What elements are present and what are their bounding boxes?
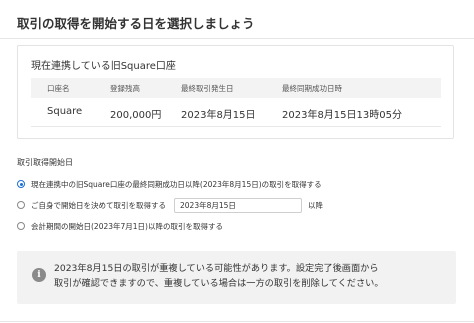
option-custom-date-label: ご自身で開始日を決めて取引を取得する xyxy=(31,200,166,210)
info-icon: i xyxy=(32,268,46,282)
option-custom-date[interactable]: ご自身で開始日を決めて取引を取得する 以降 xyxy=(17,197,323,213)
account-card-title: 現在連携している旧Square口座 xyxy=(31,61,176,72)
duplicate-warning-notice: i 2023年8月15日の取引が重複している可能性があります。設定完了後画面から… xyxy=(17,251,456,304)
account-table: 口座名 登録残高 最終取引発生日 最終同期成功日時 Square 200,000… xyxy=(31,78,441,127)
notice-text: 2023年8月15日の取引が重複している可能性があります。設定完了後画面から 取… xyxy=(54,261,384,291)
account-card: 現在連携している旧Square口座 口座名 登録残高 最終取引発生日 最終同期成… xyxy=(17,45,454,139)
bottom-divider xyxy=(0,321,474,322)
notice-line-2: 取引が確認できますので、重複している場合は一方の取引を削除してください。 xyxy=(54,278,384,289)
cell-account-name: Square xyxy=(47,106,83,117)
cell-last-transaction: 2023年8月15日 xyxy=(181,110,256,121)
option-fiscal-period-start-label: 会計期間の開始日(2023年7月1日)以降の取引を取得する xyxy=(31,221,223,231)
custom-date-suffix: 以降 xyxy=(308,200,323,210)
cell-last-sync: 2023年8月15日13時05分 xyxy=(282,110,402,121)
column-header-last-transaction: 最終取引発生日 xyxy=(181,84,234,93)
page: 取引の取得を開始する日を選択しましょう 現在連携している旧Square口座 口座… xyxy=(0,0,474,323)
column-header-last-sync: 最終同期成功日時 xyxy=(282,84,342,93)
notice-line-1: 2023年8月15日の取引が重複している可能性があります。設定完了後画面から xyxy=(54,263,379,274)
column-header-balance: 登録残高 xyxy=(110,84,140,93)
start-date-section-label: 取引取得開始日 xyxy=(17,158,73,167)
option-fiscal-period-start[interactable]: 会計期間の開始日(2023年7月1日)以降の取引を取得する xyxy=(17,219,223,233)
option-last-sync-date-label: 現在連携中の旧Square口座の最終同期成功日以降(2023年8月15日)の取引… xyxy=(31,179,322,189)
radio-last-sync-date[interactable] xyxy=(17,180,25,188)
cell-balance: 200,000円 xyxy=(110,110,162,121)
title-divider xyxy=(0,38,474,39)
page-title: 取引の取得を開始する日を選択しましょう xyxy=(17,16,255,31)
custom-date-input[interactable] xyxy=(174,197,302,213)
radio-custom-date[interactable] xyxy=(17,201,25,209)
column-header-account-name: 口座名 xyxy=(47,84,70,93)
table-header: 口座名 登録残高 最終取引発生日 最終同期成功日時 xyxy=(31,78,441,98)
option-last-sync-date[interactable]: 現在連携中の旧Square口座の最終同期成功日以降(2023年8月15日)の取引… xyxy=(17,177,322,191)
table-row: Square 200,000円 2023年8月15日 2023年8月15日13時… xyxy=(31,98,441,127)
radio-fiscal-period-start[interactable] xyxy=(17,222,25,230)
